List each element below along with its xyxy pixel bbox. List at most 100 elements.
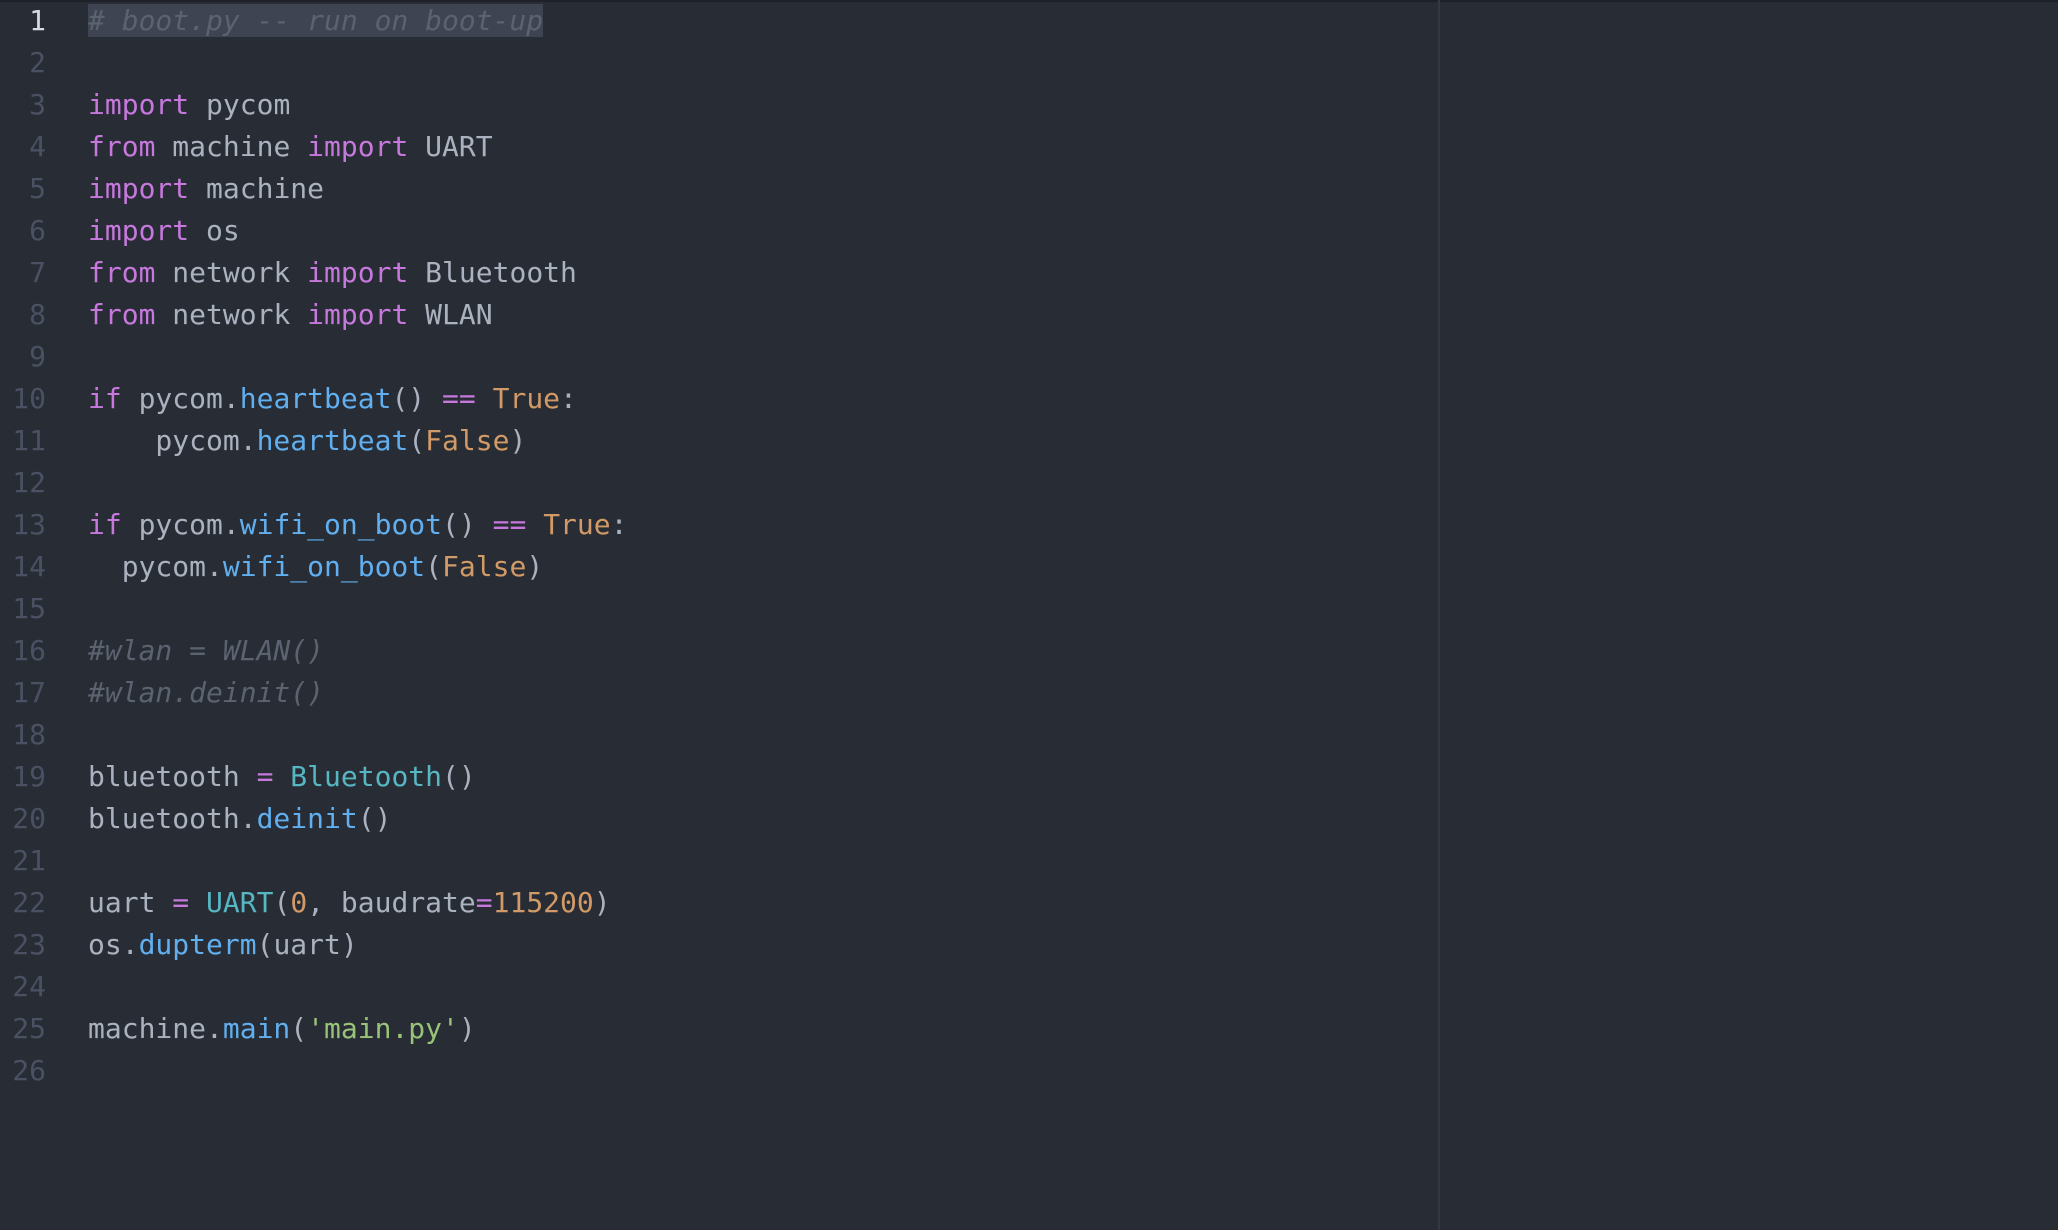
line-number[interactable]: 12 xyxy=(0,462,72,504)
line-number[interactable]: 3 xyxy=(0,84,72,126)
line-number[interactable]: 21 xyxy=(0,840,72,882)
code-token: pycom. xyxy=(88,550,223,583)
code-token: : xyxy=(560,382,577,415)
code-line[interactable]: if pycom.heartbeat() == True: xyxy=(88,378,1438,420)
code-token: 0 xyxy=(290,886,308,919)
line-number[interactable]: 16 xyxy=(0,630,72,672)
line-number[interactable]: 11 xyxy=(0,420,72,462)
code-line[interactable] xyxy=(88,588,1438,630)
code-token: = xyxy=(256,760,274,793)
text-selection: # boot.py -- run on boot-up xyxy=(88,4,544,37)
line-number[interactable]: 2 xyxy=(0,42,72,84)
code-line[interactable]: #wlan = WLAN() xyxy=(88,630,1438,672)
code-token: True xyxy=(492,382,561,415)
code-token: wifi_on_boot xyxy=(239,508,443,541)
code-line[interactable]: pycom.heartbeat(False) xyxy=(88,420,1438,462)
code-token: = xyxy=(172,886,190,919)
code-text-area[interactable]: # boot.py -- run on boot-up import pycom f… xyxy=(88,0,1438,1230)
code-line[interactable]: import os xyxy=(88,210,1438,252)
code-token: 'main.py' xyxy=(307,1012,459,1045)
code-line[interactable]: from network import WLAN xyxy=(88,294,1438,336)
code-line[interactable]: #wlan.deinit() xyxy=(88,672,1438,714)
code-token: pycom xyxy=(189,88,291,121)
code-token: Bluetooth xyxy=(290,760,443,793)
line-number[interactable]: 25 xyxy=(0,1008,72,1050)
line-number[interactable]: 19 xyxy=(0,756,72,798)
code-line[interactable]: from network import Bluetooth xyxy=(88,252,1438,294)
code-token: ( xyxy=(273,886,291,919)
code-line[interactable] xyxy=(88,336,1438,378)
code-line[interactable] xyxy=(88,42,1438,84)
code-token: bluetooth. xyxy=(88,802,257,835)
code-line[interactable]: from machine import UART xyxy=(88,126,1438,168)
code-token: import xyxy=(307,298,409,331)
code-line[interactable]: bluetooth = Bluetooth() xyxy=(88,756,1438,798)
line-number[interactable]: 6 xyxy=(0,210,72,252)
code-token: uart xyxy=(88,886,173,919)
line-number[interactable]: 9 xyxy=(0,336,72,378)
code-line[interactable] xyxy=(88,966,1438,1008)
code-token: os xyxy=(189,214,240,247)
code-token: import xyxy=(307,256,409,289)
line-number[interactable]: 18 xyxy=(0,714,72,756)
code-token: network xyxy=(155,298,308,331)
code-line[interactable] xyxy=(88,840,1438,882)
code-token: os. xyxy=(88,928,139,961)
code-line[interactable]: # boot.py -- run on boot-up xyxy=(88,0,1438,42)
code-token: () xyxy=(442,760,476,793)
code-token: = xyxy=(475,886,493,919)
code-token: ) xyxy=(526,550,544,583)
code-line[interactable]: import pycom xyxy=(88,84,1438,126)
code-token: machine xyxy=(155,130,308,163)
line-number[interactable]: 7 xyxy=(0,252,72,294)
code-line[interactable]: os.dupterm(uart) xyxy=(88,924,1438,966)
code-token: # boot.py -- run on boot-up xyxy=(88,4,544,37)
line-number-gutter[interactable]: 1 2 3 4 5 6 7 8 9 10 11 12 13 14 15 16 17 18 19 20 21 22 23 24 2… xyxy=(0,0,72,1230)
code-token: dupterm xyxy=(138,928,257,961)
code-line[interactable]: bluetooth.deinit() xyxy=(88,798,1438,840)
code-token: ) xyxy=(593,886,611,919)
code-token: machine xyxy=(189,172,325,205)
code-token: main xyxy=(222,1012,291,1045)
line-number[interactable]: 14 xyxy=(0,546,72,588)
code-line[interactable]: if pycom.wifi_on_boot() == True: xyxy=(88,504,1438,546)
code-line[interactable]: import machine xyxy=(88,168,1438,210)
code-line[interactable]: pycom.wifi_on_boot(False) xyxy=(88,546,1438,588)
line-number[interactable]: 23 xyxy=(0,924,72,966)
code-token: ) xyxy=(458,1012,476,1045)
code-line[interactable]: machine.main('main.py') xyxy=(88,1008,1438,1050)
code-token: #wlan = WLAN() xyxy=(88,634,325,667)
line-number[interactable]: 10 xyxy=(0,378,72,420)
code-editor[interactable]: 1 2 3 4 5 6 7 8 9 10 11 12 13 14 15 16 17 18 19 20 21 22 23 24 2… xyxy=(0,0,2058,1230)
code-token: if xyxy=(88,508,122,541)
code-token: #wlan.deinit() xyxy=(88,676,325,709)
code-token: True xyxy=(543,508,611,541)
code-line[interactable] xyxy=(88,714,1438,756)
code-token: from xyxy=(88,130,156,163)
line-number[interactable]: 1 xyxy=(0,0,72,42)
line-number[interactable]: 5 xyxy=(0,168,72,210)
line-number[interactable]: 22 xyxy=(0,882,72,924)
line-number[interactable]: 17 xyxy=(0,672,72,714)
code-line[interactable] xyxy=(88,1050,1438,1092)
code-token: from xyxy=(88,298,156,331)
line-number[interactable]: 20 xyxy=(0,798,72,840)
code-token: : xyxy=(610,508,628,541)
code-token: WLAN xyxy=(408,298,493,331)
line-number[interactable]: 26 xyxy=(0,1050,72,1092)
code-token: pycom. xyxy=(88,424,257,457)
code-token: pycom. xyxy=(121,382,240,415)
line-number[interactable]: 4 xyxy=(0,126,72,168)
line-number[interactable]: 15 xyxy=(0,588,72,630)
line-number[interactable]: 13 xyxy=(0,504,72,546)
code-token: UART xyxy=(408,130,493,163)
code-token: ( xyxy=(290,1012,308,1045)
code-line[interactable] xyxy=(88,462,1438,504)
line-number[interactable]: 8 xyxy=(0,294,72,336)
line-number[interactable]: 24 xyxy=(0,966,72,1008)
code-line[interactable]: uart = UART(0, baudrate=115200) xyxy=(88,882,1438,924)
code-token: == xyxy=(492,508,527,541)
code-token: heartbeat xyxy=(256,424,409,457)
